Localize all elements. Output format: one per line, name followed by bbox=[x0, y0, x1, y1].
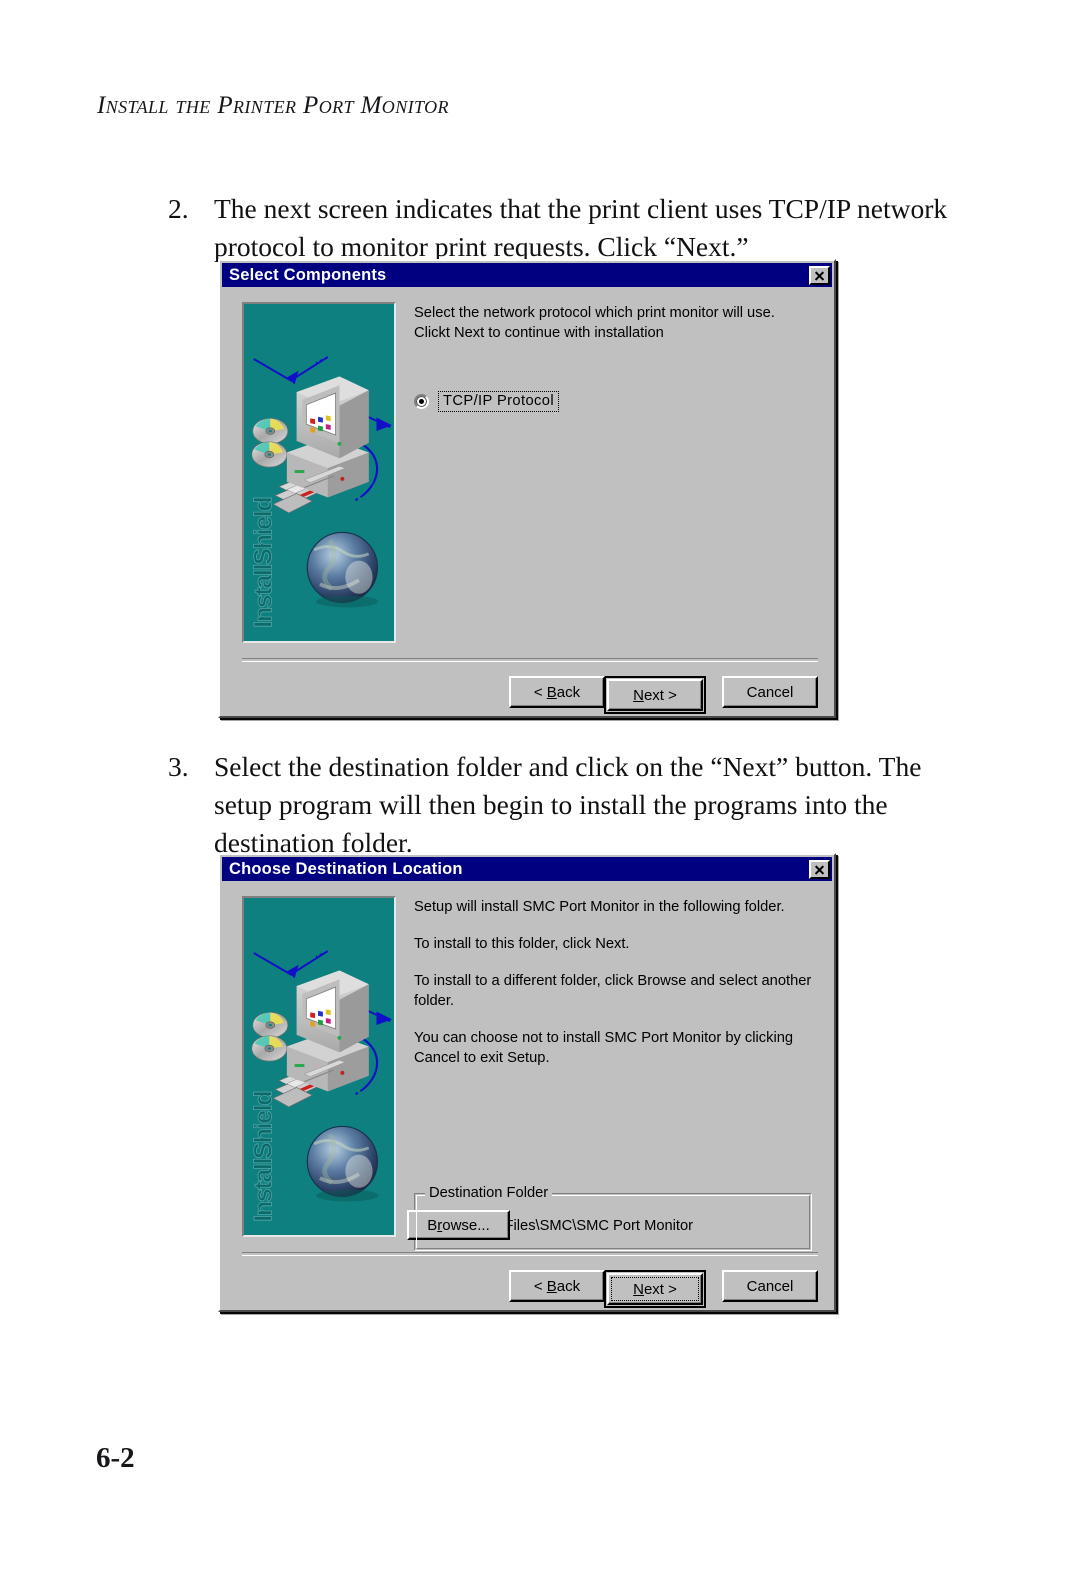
next-button[interactable]: Next > bbox=[607, 679, 703, 711]
dialog-button-row: < Back Next > Cancel bbox=[222, 676, 818, 714]
browse-accel: r bbox=[437, 1216, 443, 1234]
installshield-graphic-icon: InstallShield bbox=[244, 306, 394, 639]
next-button[interactable]: Next > bbox=[607, 1273, 703, 1305]
footer-divider bbox=[242, 658, 818, 662]
radio-label: TCP/IP Protocol bbox=[438, 391, 560, 412]
dialog-instructions: Setup will install SMC Port Monitor in t… bbox=[414, 897, 818, 1068]
browse-button[interactable]: Browse... bbox=[407, 1210, 510, 1240]
next-button-default-frame: Next > bbox=[604, 676, 706, 714]
footer-divider bbox=[242, 1252, 818, 1256]
installshield-artwork: InstallShield bbox=[242, 302, 396, 643]
instruction-paragraph: Setup will install SMC Port Monitor in t… bbox=[414, 899, 785, 915]
step-text: The next screen indicates that the print… bbox=[214, 193, 948, 262]
dialog-content: Setup will install SMC Port Monitor in t… bbox=[414, 897, 818, 1068]
back-accel: B bbox=[546, 683, 557, 701]
installshield-wordmark: InstallShield bbox=[249, 498, 277, 628]
radio-selected-icon[interactable] bbox=[414, 394, 429, 409]
instruction-paragraph: To install to this folder, click Next. bbox=[414, 936, 630, 952]
dialog-choose-destination-location[interactable]: Choose Destination Location InstallShiel… bbox=[218, 853, 836, 1312]
installshield-artwork: InstallShield bbox=[242, 896, 396, 1237]
step-number: 3. bbox=[168, 751, 189, 782]
dialog-content: Select the network protocol which print … bbox=[414, 303, 818, 412]
back-button[interactable]: < Back bbox=[509, 1270, 605, 1302]
dialog-instructions: Select the network protocol which print … bbox=[414, 303, 818, 343]
next-accel: N bbox=[633, 1280, 644, 1298]
step-number: 2. bbox=[168, 193, 189, 224]
next-accel: N bbox=[633, 686, 644, 704]
back-button[interactable]: < Back bbox=[509, 676, 605, 708]
instruction-paragraph: You can choose not to install SMC Port M… bbox=[414, 1030, 794, 1066]
titlebar[interactable]: Choose Destination Location bbox=[222, 857, 832, 881]
next-button-default-frame: Next > bbox=[604, 1270, 706, 1308]
dialog-select-components[interactable]: Select Components InstallShield Select t… bbox=[218, 259, 836, 718]
cancel-button[interactable]: Cancel bbox=[722, 676, 818, 708]
destination-folder-group: Destination Folder F:\Program Files\SMC\… bbox=[407, 1185, 812, 1251]
installshield-graphic-icon: InstallShield bbox=[244, 900, 394, 1233]
dialog-button-row: < Back Next > Cancel bbox=[222, 1270, 818, 1308]
dialog-body: InstallShield Select the network protoco… bbox=[222, 287, 832, 714]
close-icon[interactable] bbox=[809, 265, 830, 285]
instruction-line: Clickt Next to continue with installatio… bbox=[414, 325, 664, 341]
close-icon[interactable] bbox=[809, 859, 830, 879]
instruction-paragraph: To install to a different folder, click … bbox=[414, 973, 812, 1009]
step-text: Select the destination folder and click … bbox=[214, 751, 922, 858]
step-item-3: 3. Select the destination folder and cli… bbox=[168, 748, 954, 862]
radio-tcpip-protocol[interactable]: TCP/IP Protocol bbox=[414, 391, 818, 412]
back-accel: B bbox=[546, 1277, 557, 1295]
installshield-wordmark: InstallShield bbox=[249, 1092, 277, 1222]
cancel-button[interactable]: Cancel bbox=[722, 1270, 818, 1302]
page-header: Install the Printer Port Monitor bbox=[97, 92, 449, 119]
destination-folder-label: Destination Folder bbox=[425, 1185, 553, 1201]
dialog-title: Choose Destination Location bbox=[229, 859, 463, 878]
step-item-2: 2. The next screen indicates that the pr… bbox=[168, 190, 954, 266]
page-number: 6-2 bbox=[96, 1442, 135, 1474]
instruction-line: Select the network protocol which print … bbox=[414, 305, 775, 321]
dialog-body: InstallShield Setup will install SMC Por… bbox=[222, 881, 832, 1308]
titlebar[interactable]: Select Components bbox=[222, 263, 832, 287]
dialog-title: Select Components bbox=[229, 265, 387, 284]
